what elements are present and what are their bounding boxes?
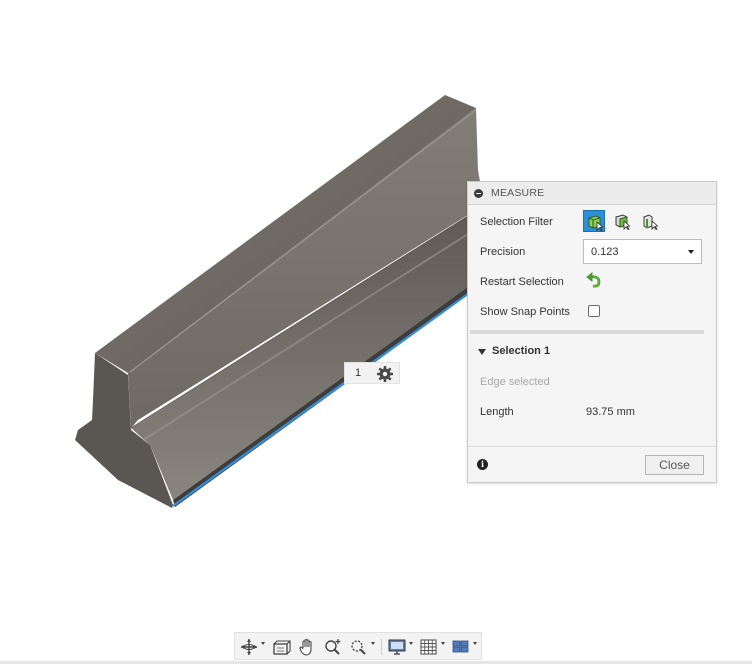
- measure-panel-header[interactable]: MEASURE: [468, 182, 716, 205]
- grid-dropdown-caret[interactable]: [441, 642, 445, 645]
- measure-panel: MEASURE Selection Filter Precision 0.123…: [467, 181, 717, 483]
- length-value: 93.75 mm: [586, 406, 635, 418]
- triangle-down-icon: [478, 349, 486, 355]
- viewports-dropdown-caret[interactable]: [473, 642, 477, 645]
- look-at-icon[interactable]: [271, 637, 291, 657]
- orbit-icon[interactable]: [239, 637, 259, 657]
- restart-selection-label: Restart Selection: [480, 276, 564, 288]
- select-body-filter-button[interactable]: [583, 210, 605, 232]
- selection-1-title: Selection 1: [492, 345, 551, 357]
- selection-count-tag[interactable]: 1: [344, 362, 400, 384]
- precision-value: 0.123: [591, 246, 619, 258]
- zoom-icon[interactable]: [323, 637, 343, 657]
- collapse-icon[interactable]: [474, 189, 483, 198]
- restart-selection-button[interactable]: [585, 272, 603, 290]
- viewports-icon[interactable]: [451, 637, 471, 657]
- grid-settings-icon[interactable]: [419, 637, 439, 657]
- precision-label: Precision: [480, 246, 526, 258]
- select-edge-filter-button[interactable]: [639, 210, 661, 232]
- select-face-filter-button[interactable]: [611, 210, 633, 232]
- pan-icon[interactable]: [297, 637, 317, 657]
- gear-icon[interactable]: [376, 365, 394, 383]
- select-edge-filter-icon: [643, 214, 659, 230]
- zoom-dropdown-caret[interactable]: [371, 642, 375, 645]
- close-button[interactable]: Close: [645, 455, 704, 475]
- selection-count: 1: [355, 367, 362, 379]
- selection-status: Edge selected: [480, 376, 550, 388]
- navigation-toolbar: [234, 632, 482, 660]
- orbit-dropdown-caret[interactable]: [261, 642, 265, 645]
- precision-dropdown[interactable]: 0.123: [583, 239, 702, 264]
- restart-arrow-icon: [586, 272, 601, 288]
- info-icon[interactable]: i: [477, 459, 488, 470]
- panel-title: MEASURE: [491, 187, 545, 199]
- select-face-filter-icon: [615, 214, 631, 230]
- toolbar-separator: [381, 639, 382, 655]
- length-label: Length: [480, 406, 514, 418]
- select-body-filter-icon: [588, 215, 604, 231]
- selection-filter-label: Selection Filter: [480, 216, 553, 228]
- show-snap-points-checkbox[interactable]: [588, 305, 600, 317]
- zoom-window-icon[interactable]: [349, 637, 369, 657]
- display-dropdown-caret[interactable]: [409, 642, 413, 645]
- section-divider: [470, 330, 704, 334]
- show-snap-points-label: Show Snap Points: [480, 306, 570, 318]
- footer-separator: [468, 446, 716, 447]
- display-settings-icon[interactable]: [387, 637, 407, 657]
- chevron-down-icon: [688, 250, 694, 254]
